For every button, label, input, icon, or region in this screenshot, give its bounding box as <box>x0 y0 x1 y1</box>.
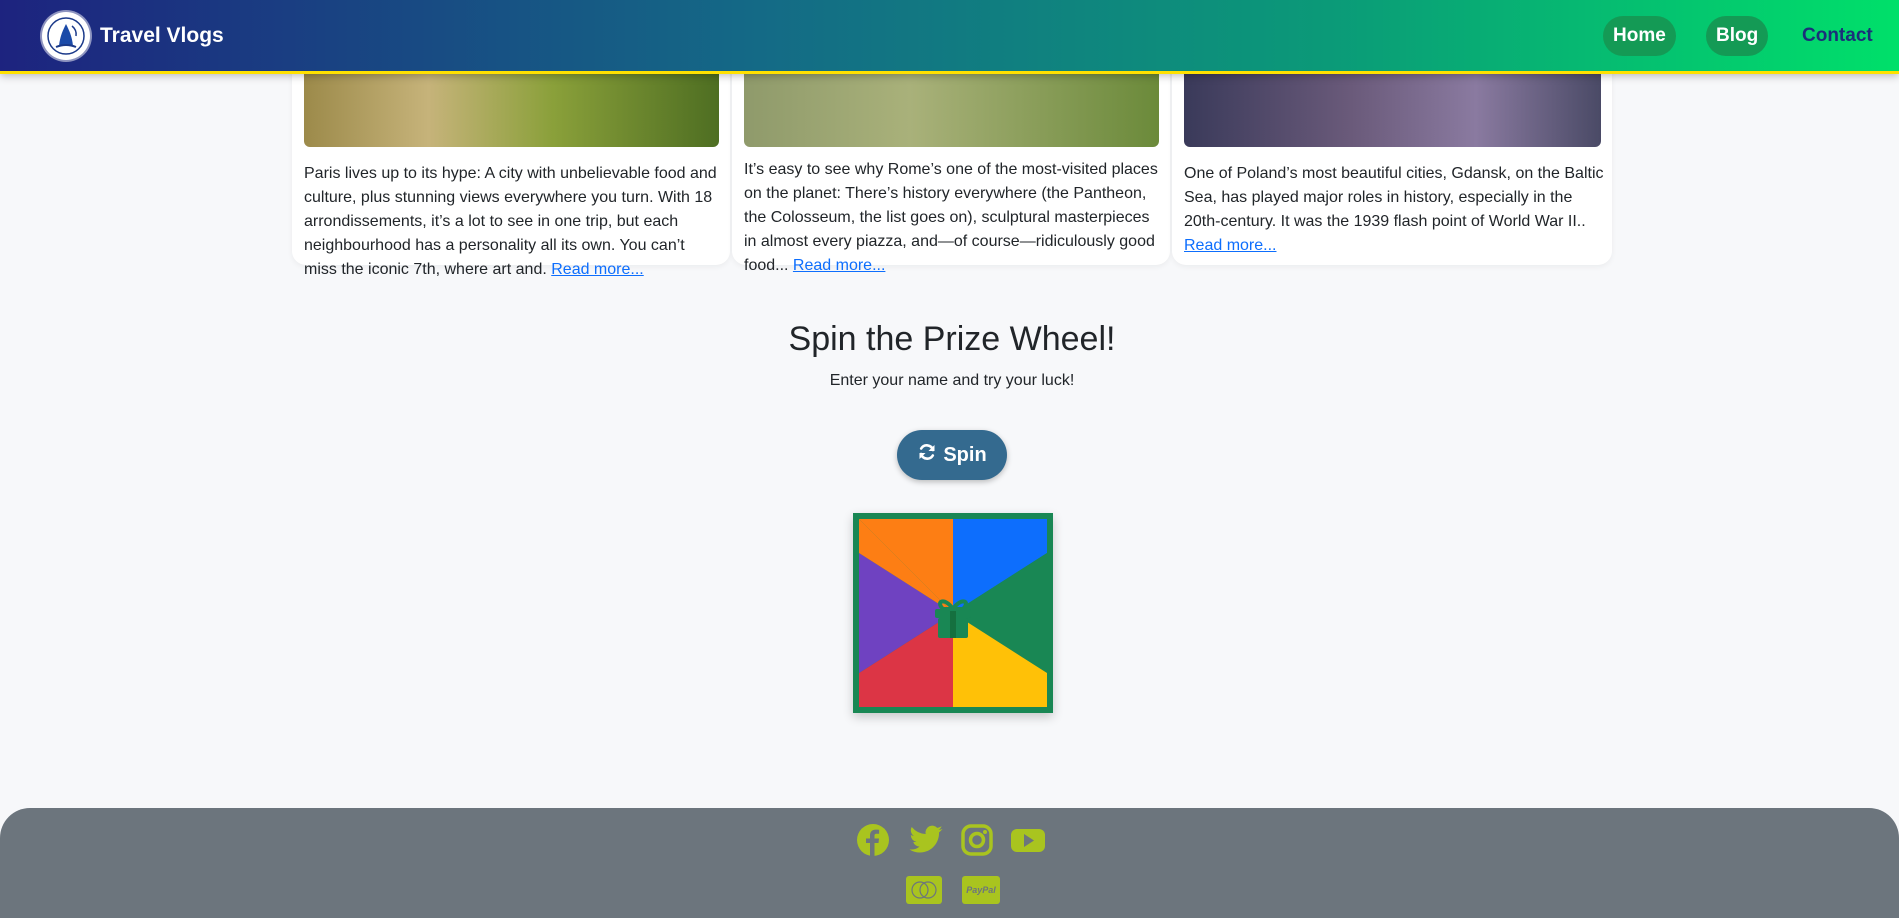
blog-card-paris: Paris lives up to its hype: A city with … <box>292 50 730 278</box>
card-text: One of Poland’s most beautiful cities, G… <box>1184 162 1604 258</box>
youtube-icon[interactable] <box>1009 822 1047 858</box>
card-image-paris <box>304 70 719 147</box>
blog-card-rome: It’s easy to see why Rome’s one of the m… <box>732 50 1170 274</box>
blog-card-gdansk: One of Poland’s most beautiful cities, G… <box>1172 50 1612 265</box>
prize-wheel[interactable] <box>853 513 1053 713</box>
card-text: Paris lives up to its hype: A city with … <box>304 162 722 282</box>
paypal-label: PayPal <box>966 885 996 895</box>
refresh-icon <box>917 442 937 468</box>
twitter-icon[interactable] <box>908 822 944 858</box>
card-description: Paris lives up to its hype: A city with … <box>304 165 717 278</box>
paypal-icon: PayPal <box>962 876 1000 904</box>
nav-contact[interactable]: Contact <box>1792 16 1883 56</box>
instagram-icon[interactable] <box>959 822 995 858</box>
card-image-rome <box>744 70 1159 147</box>
facebook-icon[interactable] <box>855 822 891 858</box>
logo-icon <box>42 12 90 60</box>
footer: PayPal <box>0 808 1899 918</box>
navbar: Travel Vlogs Home Blog Contact <box>0 0 1899 74</box>
card-text: It’s easy to see why Rome’s one of the m… <box>744 158 1162 278</box>
read-more-link[interactable]: Read more... <box>551 261 643 278</box>
spin-button-label: Spin <box>943 443 987 466</box>
mastercard-icon <box>906 876 942 904</box>
spin-button[interactable]: Spin <box>897 430 1007 480</box>
read-more-link[interactable]: Read more... <box>793 257 885 274</box>
card-description: One of Poland’s most beautiful cities, G… <box>1184 165 1604 230</box>
brand-link[interactable]: Travel Vlogs <box>42 12 224 60</box>
prize-subtitle: Enter your name and try your luck! <box>829 372 1075 389</box>
read-more-link[interactable]: Read more... <box>1184 237 1276 254</box>
nav-blog[interactable]: Blog <box>1706 16 1769 56</box>
prize-title: Spin the Prize Wheel! <box>788 320 1116 358</box>
gift-icon <box>935 599 971 638</box>
nav-home[interactable]: Home <box>1603 16 1676 56</box>
brand-name: Travel Vlogs <box>100 24 224 47</box>
card-image-gdansk <box>1184 70 1601 147</box>
